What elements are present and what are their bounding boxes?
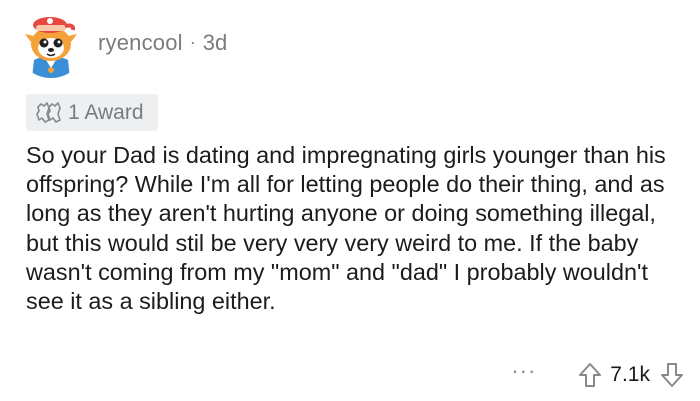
comment-header: ryencool · 3d <box>16 8 227 78</box>
comment-age[interactable]: 3d <box>203 30 227 56</box>
username-link[interactable]: ryencool <box>98 30 183 56</box>
downvote-arrow-icon[interactable] <box>658 360 686 390</box>
comment-body: So your Dad is dating and impregnating g… <box>26 142 666 315</box>
comment-actions: ··· 7.1k <box>511 357 686 393</box>
vote-score: 7.1k <box>610 363 650 386</box>
vote-controls: 7.1k <box>576 360 686 390</box>
comment: ryencool · 3d 1 Award So your Dad is dat… <box>0 0 700 401</box>
award-icon <box>36 101 62 124</box>
avatar[interactable] <box>16 8 86 78</box>
comment-meta: ryencool · 3d <box>98 30 227 56</box>
meta-separator: · <box>189 31 196 52</box>
avatar-illustration-icon <box>16 8 86 78</box>
award-label: 1 Award <box>68 100 144 124</box>
award-badge[interactable]: 1 Award <box>26 94 158 131</box>
upvote-arrow-icon[interactable] <box>576 360 604 390</box>
more-options-button[interactable]: ··· <box>511 358 536 384</box>
